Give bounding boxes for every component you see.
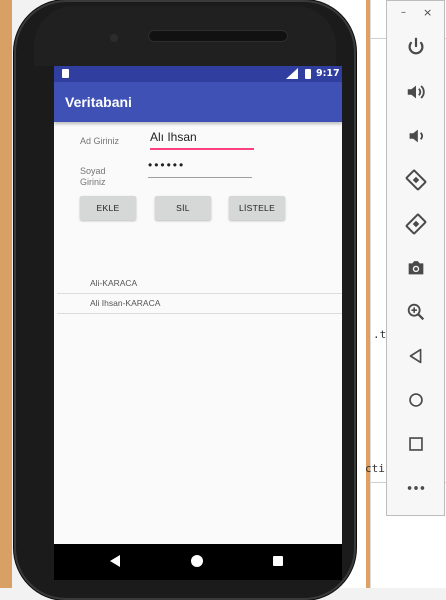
list-item[interactable]: Ali Ihsan-KARACA: [57, 294, 342, 314]
signal-icon: [286, 68, 298, 79]
ekle-button[interactable]: EKLE: [80, 196, 136, 220]
list-item-label: Ali Ihsan-KARACA: [90, 298, 161, 308]
soyad-input[interactable]: ••••••: [148, 158, 252, 178]
volume-down-icon[interactable]: [402, 122, 430, 150]
nav-recents-icon[interactable]: [273, 556, 283, 566]
soyad-input-value: ••••••: [148, 158, 186, 172]
listele-button[interactable]: LİSTELE: [229, 196, 285, 220]
rotate-right-icon[interactable]: [402, 210, 430, 238]
status-time: 9:17: [316, 68, 340, 79]
speaker-grille: [148, 30, 288, 42]
ide-text-fragment: .t: [373, 328, 387, 341]
camera-dot: [110, 34, 118, 42]
phone-frame: 9:17 Veritabani Ad Giriniz Alı Ihsan Soy…: [14, 0, 356, 600]
app-title: Veritabani: [65, 94, 132, 110]
ide-text-fragment: cti: [365, 462, 385, 475]
list-item-label: Ali-KARACA: [90, 278, 138, 288]
list-item[interactable]: Ali-KARACA: [57, 274, 342, 294]
soyad-label: Soyad Giriniz: [80, 166, 106, 187]
sil-button[interactable]: SİL: [155, 196, 211, 220]
ad-input-value: Alı Ihsan: [150, 130, 197, 144]
ad-input[interactable]: Alı Ihsan: [150, 128, 254, 150]
record-list: Ali-KARACA Ali Ihsan-KARACA: [57, 274, 342, 314]
close-icon[interactable]: ×: [423, 6, 432, 19]
back-icon[interactable]: [402, 342, 430, 370]
phone-bezel: [34, 6, 336, 66]
rotate-left-icon[interactable]: [402, 166, 430, 194]
phone-screen: 9:17 Veritabani Ad Giriniz Alı Ihsan Soy…: [54, 66, 342, 580]
more-icon[interactable]: [402, 474, 430, 502]
emulator-toolbar: – ×: [386, 0, 445, 516]
navigation-bar: [54, 544, 342, 580]
volume-up-icon[interactable]: [402, 78, 430, 106]
home-icon[interactable]: [402, 386, 430, 414]
power-icon[interactable]: [402, 33, 430, 61]
nav-back-icon[interactable]: [110, 555, 120, 567]
sd-card-icon: [62, 69, 69, 78]
nav-home-icon[interactable]: [191, 555, 203, 567]
emulator-window-controls: – ×: [387, 1, 444, 27]
overview-icon[interactable]: [402, 430, 430, 458]
camera-icon[interactable]: [402, 254, 430, 282]
status-bar: 9:17: [54, 66, 342, 82]
minimize-icon[interactable]: –: [401, 7, 406, 18]
battery-icon: [305, 69, 311, 79]
zoom-icon[interactable]: [402, 298, 430, 326]
ad-label: Ad Giriniz: [80, 136, 120, 146]
desktop-background: [0, 0, 12, 588]
app-bar: Veritabani: [54, 82, 342, 122]
